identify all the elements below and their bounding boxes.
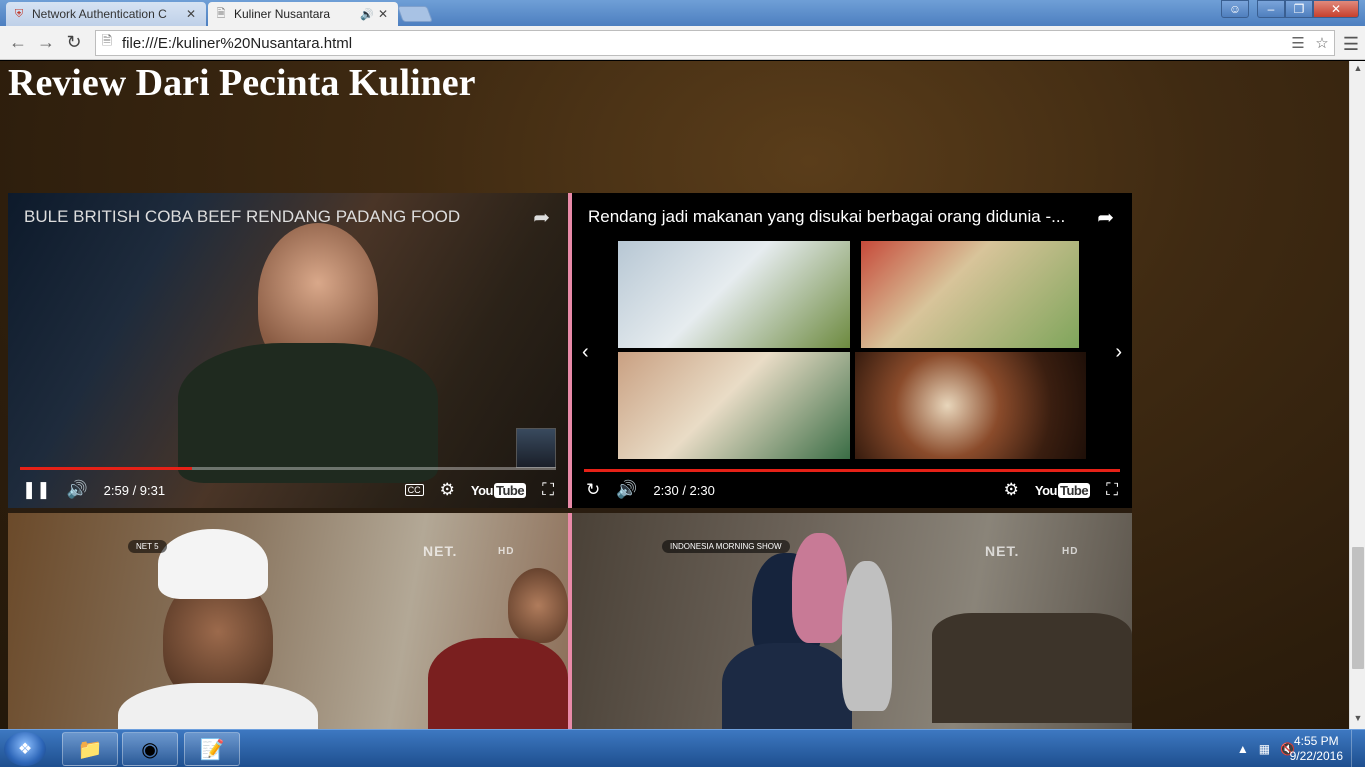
player-controls: ❚❚ 🔊 2:59 / 9:31 CC ⚙ You Tube ⛶ <box>8 472 568 508</box>
bookmark-star-icon[interactable]: ☆ <box>1310 34 1334 52</box>
show-desktop-button[interactable] <box>1351 730 1365 767</box>
chef-coat <box>118 683 318 729</box>
tab-kuliner-nusantara[interactable]: 🗎 Kuliner Nusantara 🔊 ✕ <box>208 2 398 26</box>
progress-fill <box>20 467 192 470</box>
close-window-button[interactable]: ✕ <box>1313 0 1359 18</box>
video-player-3[interactable]: NET 5 NET. HD <box>8 513 568 729</box>
debris <box>932 613 1132 723</box>
thumbnail-grid <box>618 241 1088 459</box>
editor-taskbar-button[interactable]: 📝 <box>184 732 240 766</box>
fullscreen-icon[interactable]: ⛶ <box>542 480 554 500</box>
chevron-left-icon[interactable]: ‹ <box>582 341 589 364</box>
youtube-logo[interactable]: You Tube <box>471 482 527 498</box>
back-button[interactable]: ← <box>4 29 32 57</box>
close-icon[interactable]: ✕ <box>376 7 390 21</box>
thumbnail-2[interactable] <box>861 241 1079 348</box>
share-icon[interactable]: ➦ <box>1097 205 1114 230</box>
new-tab-button[interactable] <box>397 6 433 22</box>
window-controls: ☺ – ❐ ✕ <box>1221 0 1359 18</box>
chevron-up-icon[interactable]: ▲ <box>1237 742 1249 756</box>
system-clock[interactable]: 4:55 PM 9/22/2016 <box>1290 734 1343 764</box>
hd-badge: HD <box>1062 546 1079 557</box>
scroll-up-arrow[interactable]: ▲ <box>1350 63 1365 77</box>
tab-strip: ⛨ Network Authentication C ✕ 🗎 Kuliner N… <box>0 0 1365 26</box>
thumbnail-3[interactable] <box>618 352 850 459</box>
start-button[interactable]: ❖ <box>4 732 46 766</box>
captions-icon[interactable]: CC <box>404 484 424 496</box>
vertical-scrollbar[interactable]: ▲ ▼ <box>1349 61 1365 729</box>
chef-hat <box>158 529 268 599</box>
pause-icon[interactable]: ❚❚ <box>22 480 51 500</box>
video-thumbnail-person <box>508 568 568 643</box>
video-player-2[interactable]: Rendang jadi makanan yang disukai berbag… <box>572 193 1132 508</box>
shield-icon: ⛨ <box>14 7 24 20</box>
explorer-taskbar-button[interactable]: 📁 <box>62 732 118 766</box>
scroll-thumb[interactable] <box>1352 547 1364 669</box>
time-display: 2:59 / 9:31 <box>103 482 166 498</box>
close-icon[interactable]: ✕ <box>184 7 198 21</box>
volume-icon[interactable]: 🔊 <box>67 480 88 500</box>
tab-title: Network Authentication C <box>32 7 167 21</box>
page-viewport: Review Dari Pecinta Kuliner BULE BRITISH… <box>0 61 1349 729</box>
forward-button[interactable]: → <box>32 29 60 57</box>
net-logo: NET. <box>423 543 458 559</box>
page-icon: 🗎 <box>101 33 113 48</box>
volume-icon[interactable]: 🔊 <box>616 480 637 500</box>
player-controls: ↻ 🔊 2:30 / 2:30 ⚙ You Tube ⛶ <box>572 472 1132 508</box>
video-thumbnail-body <box>178 343 438 483</box>
progress-bar[interactable] <box>20 467 556 470</box>
speaker-icon[interactable]: 🔊 <box>360 8 376 21</box>
net-logo: NET. <box>985 543 1020 559</box>
browser-toolbar: ← → ↻ 🗎 file:///E:/kuliner%20Nusantara.h… <box>0 26 1365 60</box>
fullscreen-icon[interactable]: ⛶ <box>1106 480 1118 500</box>
address-bar[interactable]: 🗎 file:///E:/kuliner%20Nusantara.html ☰ … <box>95 30 1335 56</box>
tab-network-authentication[interactable]: ⛨ Network Authentication C ✕ <box>6 2 206 26</box>
video-thumbnail-person <box>792 533 847 643</box>
settings-icon[interactable]: ⚙ <box>1004 480 1019 500</box>
hd-badge: HD <box>498 546 515 557</box>
video-player-1[interactable]: BULE BRITISH COBA BEEF RENDANG PADANG FO… <box>8 193 568 508</box>
channel-avatar[interactable] <box>516 428 556 468</box>
restore-button[interactable]: ❐ <box>1285 0 1313 18</box>
chevron-right-icon[interactable]: › <box>1115 341 1122 364</box>
show-tag: NET 5 <box>128 540 167 553</box>
thumbnail-4[interactable] <box>855 352 1086 459</box>
replay-icon[interactable]: ↻ <box>586 480 600 500</box>
network-icon[interactable]: ▦ <box>1259 742 1270 756</box>
page-heading: Review Dari Pecinta Kuliner <box>8 62 476 104</box>
user-icon[interactable]: ☺ <box>1221 0 1249 18</box>
url-text[interactable]: file:///E:/kuliner%20Nusantara.html <box>118 35 1286 52</box>
show-tag: INDONESIA MORNING SHOW <box>662 540 790 553</box>
thumbnail-1[interactable] <box>618 241 850 348</box>
video-player-4[interactable]: INDONESIA MORNING SHOW NET. HD <box>572 513 1132 729</box>
time-display: 2:30 / 2:30 <box>653 482 715 498</box>
clock-date: 9/22/2016 <box>1289 749 1343 763</box>
menu-icon[interactable]: ☰ <box>1343 34 1359 55</box>
shirt <box>428 638 568 729</box>
video-title[interactable]: Rendang jadi makanan yang disukai berbag… <box>588 207 1065 227</box>
video-thumbnail-person <box>842 561 892 711</box>
windows-taskbar: ❖ 📁 ◉ 📝 ▲ ▦ 🔇 4:55 PM 9/22/2016 <box>0 729 1365 767</box>
settings-icon[interactable]: ⚙ <box>440 480 455 500</box>
tab-title: Kuliner Nusantara <box>234 7 331 21</box>
reload-button[interactable]: ↻ <box>60 29 88 57</box>
minimize-button[interactable]: – <box>1257 0 1285 18</box>
video-thumbnail-body <box>722 643 852 729</box>
translate-icon[interactable]: ☰ <box>1286 34 1310 52</box>
page-icon: 🗎 <box>216 7 226 20</box>
video-title[interactable]: BULE BRITISH COBA BEEF RENDANG PADANG FO… <box>24 207 460 227</box>
system-tray: ▲ ▦ 🔇 <box>1237 730 1295 767</box>
chrome-taskbar-button[interactable]: ◉ <box>122 732 178 766</box>
scroll-down-arrow[interactable]: ▼ <box>1350 713 1365 727</box>
youtube-logo[interactable]: You Tube <box>1035 482 1091 498</box>
clock-time: 4:55 PM <box>1293 734 1339 748</box>
share-icon[interactable]: ➦ <box>533 205 550 230</box>
